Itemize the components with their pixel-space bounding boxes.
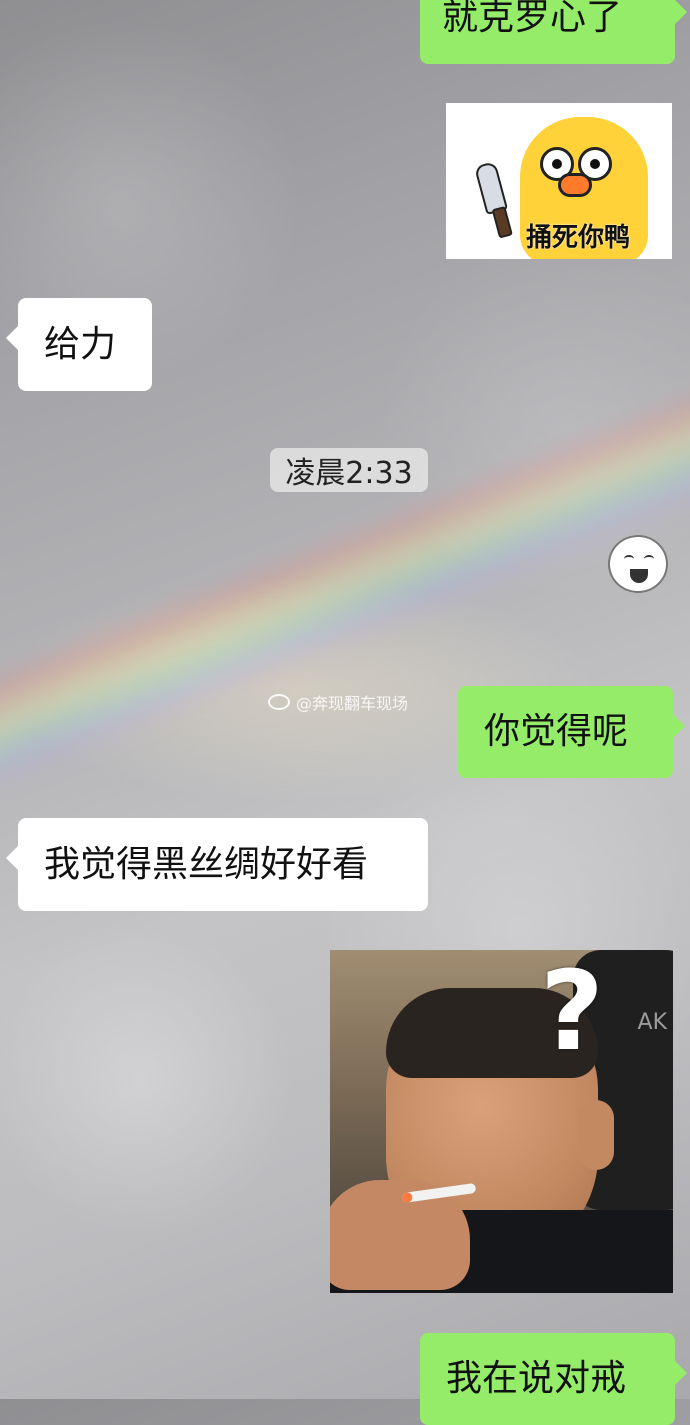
message-bubble-incoming[interactable]: 给力 — [6, 298, 152, 391]
person-ear — [578, 1100, 614, 1170]
duck-beak — [558, 173, 592, 197]
weibo-icon — [268, 694, 290, 710]
message-bubble-outgoing[interactable]: 就克罗心了 — [420, 0, 687, 64]
laughing-face-sticker[interactable] — [608, 535, 668, 593]
message-text: 就克罗心了 — [442, 0, 623, 38]
message-text: 你觉得呢 — [484, 711, 629, 752]
message-text: 我觉得黑丝绸好好看 — [44, 843, 369, 885]
face-mouth — [630, 569, 648, 583]
message-bubble-outgoing[interactable]: 我在说对戒 — [420, 1333, 687, 1425]
knife-icon — [473, 161, 509, 215]
chair-logo-text: AK — [637, 1010, 667, 1035]
question-mark-icon: ? — [540, 950, 604, 1075]
timestamp-text: 凌晨2:33 — [285, 456, 413, 491]
face-eye-left — [624, 555, 634, 563]
message-bubble-outgoing[interactable]: 你觉得呢 — [458, 686, 685, 778]
photo-message[interactable]: AK ? — [330, 950, 673, 1293]
message-text: 我在说对戒 — [446, 1358, 627, 1399]
message-bubble-incoming[interactable]: 我觉得黑丝绸好好看 — [6, 818, 428, 911]
watermark-text: @奔现翻车现场 — [296, 694, 409, 713]
face-eye-right — [644, 555, 654, 563]
message-text: 给力 — [44, 323, 117, 365]
timestamp-badge: 凌晨2:33 — [270, 448, 428, 492]
sticker-caption: 捅死你鸭 — [525, 223, 630, 253]
watermark: @奔现翻车现场 — [268, 690, 408, 714]
duck-sticker[interactable]: 捅死你鸭 — [446, 103, 672, 259]
